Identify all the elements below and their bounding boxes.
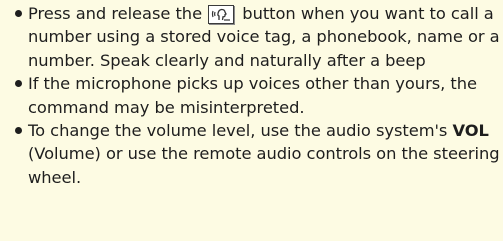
talk-button-icon — [208, 5, 235, 24]
vol-label: VOL — [452, 121, 489, 141]
bullet-text-1a: Press and release the — [28, 4, 208, 23]
bullet-text-3a: To change the volume level, use the audi… — [28, 121, 453, 141]
bullet-item-talk-button: Press and release the button when you wa… — [14, 2, 500, 72]
bullet-text-3b: (Volume) or use the remote audio control… — [28, 144, 500, 187]
bullet-item-microphone: If the microphone picks up voices other … — [14, 72, 500, 119]
bullet-text-2: If the microphone picks up voices other … — [28, 74, 477, 117]
bullet-item-volume: To change the volume level, use the audi… — [14, 119, 500, 189]
bullet-list: Press and release the button when you wa… — [14, 2, 500, 189]
